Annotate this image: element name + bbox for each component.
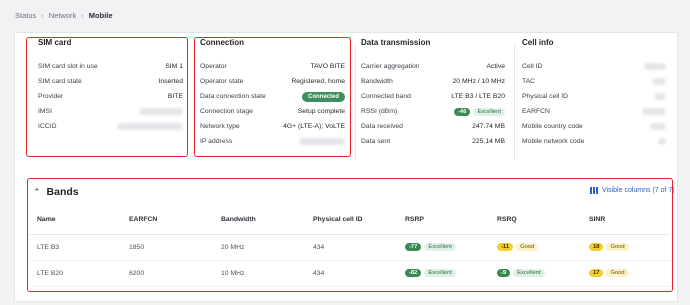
info-row: Mobile network code (522, 134, 666, 149)
info-row: Data sent 225.14 MB (361, 138, 505, 145)
info-row: Physical cell ID (522, 89, 666, 104)
redacted-value (652, 78, 666, 85)
info-row: Mobile country code (522, 119, 666, 134)
info-row: Data received 247.74 MB (361, 123, 505, 130)
section-divider (514, 44, 515, 160)
chevron-right-icon: › (81, 11, 84, 20)
info-row: Carrier aggregation Active (361, 63, 505, 70)
info-row: Bandwidth 20 MHz / 10 MHz (361, 78, 505, 85)
info-row: TAC (522, 74, 666, 89)
rssi-signal-badge: -46 Excellent (454, 107, 505, 116)
redacted-value (650, 123, 666, 130)
section-divider (355, 44, 356, 160)
chevron-right-icon: › (41, 11, 44, 20)
info-row: EARFCN (522, 104, 666, 119)
breadcrumb-mobile: Mobile (88, 11, 113, 20)
cell-info-section: Cell info Cell ID TAC Physical cell ID E… (522, 38, 666, 149)
redacted-value (644, 63, 666, 70)
redacted-value (654, 93, 666, 100)
cell-info-title: Cell info (522, 38, 554, 47)
breadcrumb: Status › Network › Mobile (15, 11, 113, 20)
info-row: Cell ID (522, 59, 666, 74)
bands-highlight (27, 178, 673, 292)
redacted-value (658, 138, 666, 145)
info-row: Connected band LTE B3 / LTE B20 (361, 93, 505, 100)
data-transmission-section: Data transmission Carrier aggregation Act… (361, 38, 505, 149)
breadcrumb-network[interactable]: Network (49, 11, 77, 20)
connection-highlight (194, 37, 351, 157)
breadcrumb-status[interactable]: Status (15, 11, 36, 20)
redacted-value (642, 108, 666, 115)
sim-card-highlight (26, 37, 188, 157)
info-row: RSSI (dBm) -46 Excellent (361, 104, 505, 119)
data-transmission-title: Data transmission (361, 38, 431, 47)
